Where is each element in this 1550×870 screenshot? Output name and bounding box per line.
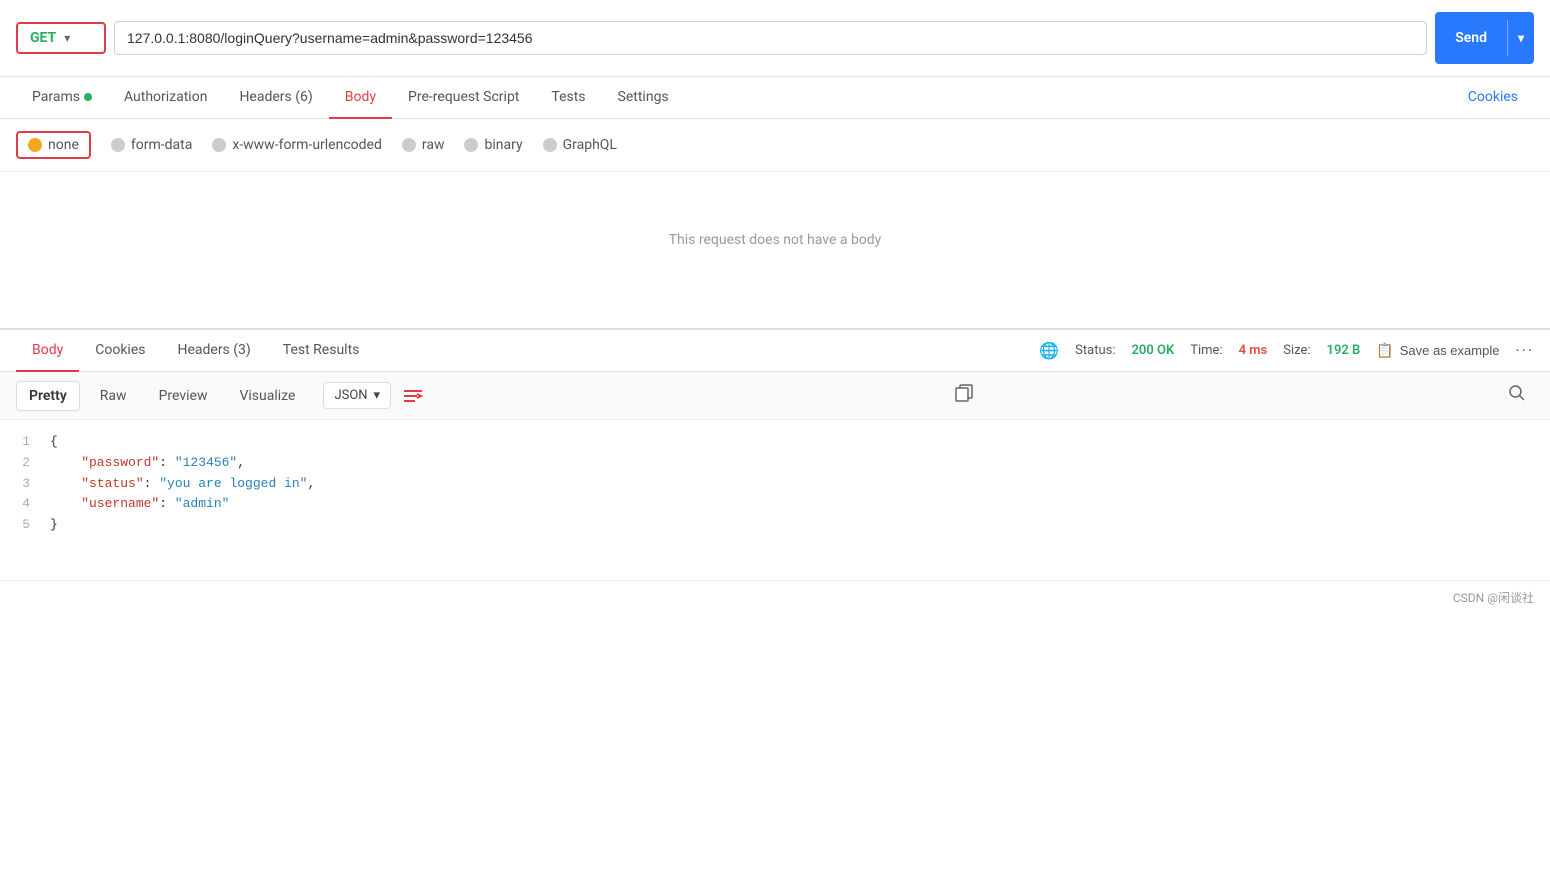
body-type-none[interactable]: none	[16, 131, 91, 159]
method-dropdown-icon: ▾	[64, 31, 70, 45]
tab-body[interactable]: Body	[329, 77, 392, 119]
radio-graphql	[543, 138, 557, 152]
radio-binary	[464, 138, 478, 152]
size-value: 192 B	[1327, 343, 1361, 358]
send-label: Send	[1435, 30, 1507, 46]
response-meta: 🌐 Status: 200 OK Time: 4 ms Size: 192 B …	[1039, 341, 1534, 360]
save-icon: 📋	[1376, 342, 1393, 359]
response-section: Body Cookies Headers (3) Test Results 🌐 …	[0, 328, 1550, 614]
size-label: Size:	[1283, 343, 1310, 358]
response-tabs-bar: Body Cookies Headers (3) Test Results 🌐 …	[0, 330, 1550, 372]
resp-tab-body[interactable]: Body	[16, 330, 79, 372]
url-input[interactable]	[114, 21, 1427, 55]
code-line-4: 4 "username": "admin"	[0, 494, 1550, 515]
search-button[interactable]	[1500, 380, 1534, 411]
status-label: Status:	[1075, 343, 1115, 358]
format-bar: Pretty Raw Preview Visualize JSON ▾	[0, 372, 1550, 420]
globe-icon: 🌐	[1039, 341, 1059, 360]
body-type-urlencoded[interactable]: x-www-form-urlencoded	[212, 137, 382, 153]
time-value: 4 ms	[1239, 343, 1268, 358]
json-format-selector[interactable]: JSON ▾	[323, 382, 391, 409]
radio-none	[28, 138, 42, 152]
method-label: GET	[30, 30, 56, 46]
code-line-2: 2 "password": "123456",	[0, 453, 1550, 474]
format-visualize[interactable]: Visualize	[227, 382, 307, 410]
tab-settings[interactable]: Settings	[602, 77, 685, 119]
code-line-5: 5 }	[0, 515, 1550, 536]
tab-cookies[interactable]: Cookies	[1452, 77, 1534, 119]
tab-headers[interactable]: Headers (6)	[223, 77, 328, 119]
format-preview[interactable]: Preview	[147, 382, 220, 410]
params-dot	[84, 93, 92, 101]
body-type-binary[interactable]: binary	[464, 137, 522, 153]
wrap-lines-button[interactable]	[399, 382, 427, 410]
resp-tab-cookies[interactable]: Cookies	[79, 330, 161, 372]
body-empty-message: This request does not have a body	[0, 172, 1550, 308]
radio-urlencoded	[212, 138, 226, 152]
radio-form-data	[111, 138, 125, 152]
save-example-label: Save as example	[1400, 343, 1500, 358]
tab-prerequest[interactable]: Pre-request Script	[392, 77, 535, 119]
tab-tests[interactable]: Tests	[535, 77, 601, 119]
body-type-bar: none form-data x-www-form-urlencoded raw…	[0, 119, 1550, 172]
resp-tab-headers[interactable]: Headers (3)	[161, 330, 266, 372]
copy-button[interactable]	[947, 380, 981, 411]
request-tabs: Params Authorization Headers (6) Body Pr…	[0, 77, 1550, 119]
footer-brand: CSDN @闲谈社	[0, 580, 1550, 614]
tab-authorization[interactable]: Authorization	[108, 77, 223, 119]
body-type-form-data[interactable]: form-data	[111, 137, 192, 153]
method-selector[interactable]: GET ▾	[16, 22, 106, 54]
status-value: 200 OK	[1132, 343, 1175, 358]
format-raw[interactable]: Raw	[88, 382, 139, 410]
save-example-button[interactable]: 📋 Save as example	[1376, 342, 1499, 359]
time-label: Time:	[1190, 343, 1222, 358]
send-button[interactable]: Send ▾	[1435, 12, 1534, 64]
code-line-1: 1 {	[0, 432, 1550, 453]
body-type-graphql[interactable]: GraphQL	[543, 137, 617, 153]
json-dropdown-icon: ▾	[374, 388, 381, 403]
tab-params[interactable]: Params	[16, 77, 108, 119]
more-options-button[interactable]: ···	[1515, 341, 1534, 360]
url-bar: GET ▾ Send ▾	[0, 0, 1550, 77]
radio-raw	[402, 138, 416, 152]
resp-tab-testresults[interactable]: Test Results	[267, 330, 376, 372]
format-pretty[interactable]: Pretty	[16, 381, 80, 411]
body-type-raw[interactable]: raw	[402, 137, 445, 153]
code-line-3: 3 "status": "you are logged in",	[0, 474, 1550, 495]
response-code-viewer: 1 { 2 "password": "123456", 3 "status": …	[0, 420, 1550, 580]
send-dropdown-icon[interactable]: ▾	[1508, 31, 1534, 45]
